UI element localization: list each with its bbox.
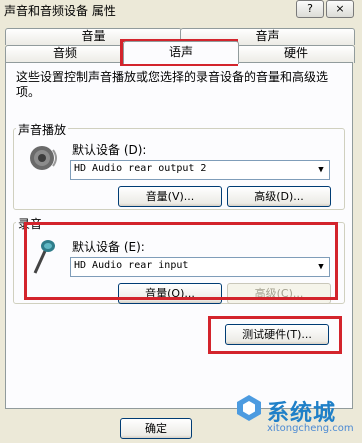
playback-group-title: 声音播放 bbox=[16, 121, 69, 138]
playback-device-select[interactable]: HD Audio rear output 2 ▼ bbox=[70, 160, 330, 180]
chevron-down-icon[interactable]: ▼ bbox=[314, 259, 328, 275]
title-bar: 声音和音频设备 属性 ? × bbox=[0, 0, 362, 18]
speaker-icon bbox=[30, 146, 57, 170]
recording-volume-button[interactable]: 音量(O)... bbox=[118, 283, 222, 304]
tab-audio-label: 音频 bbox=[52, 46, 77, 60]
ok-button[interactable]: 确定 bbox=[120, 418, 192, 439]
playback-advanced-button[interactable]: 高级(D)... bbox=[227, 186, 331, 207]
tab-voice-label: 语声 bbox=[168, 45, 193, 59]
close-button[interactable]: × bbox=[326, 0, 354, 18]
tab-hardware-label: 硬件 bbox=[283, 46, 308, 60]
microphone-icon bbox=[33, 240, 55, 274]
playback-device-value: HD Audio rear output 2 bbox=[74, 163, 207, 174]
playback-volume-button[interactable]: 音量(V)... bbox=[118, 186, 222, 207]
recording-group-title: 录音 bbox=[16, 215, 45, 232]
playback-device-label: 默认设备 (D): bbox=[72, 143, 147, 157]
watermark-logo-icon bbox=[237, 395, 261, 421]
window-title: 声音和音频设备 属性 bbox=[4, 4, 116, 18]
recording-advanced-button: 高级(C)... bbox=[227, 283, 331, 304]
help-button[interactable]: ? bbox=[296, 0, 324, 18]
tab-hardware[interactable]: 硬件 bbox=[237, 45, 355, 63]
recording-device-value: HD Audio rear input bbox=[74, 260, 189, 271]
recording-device-select[interactable]: HD Audio rear input ▼ bbox=[70, 257, 330, 277]
watermark-url: xitongcheng.com bbox=[267, 423, 354, 434]
description-text: 这些设置控制声音播放或您选择的录音设备的音量和高级选项。 bbox=[16, 70, 329, 99]
test-hardware-button[interactable]: 测试硬件(T)... bbox=[225, 324, 329, 345]
tab-voice[interactable]: 语声 bbox=[123, 41, 239, 64]
tab-audio[interactable]: 音频 bbox=[5, 45, 125, 63]
recording-device-label: 默认设备 (E): bbox=[72, 240, 145, 254]
chevron-down-icon[interactable]: ▼ bbox=[314, 162, 328, 178]
